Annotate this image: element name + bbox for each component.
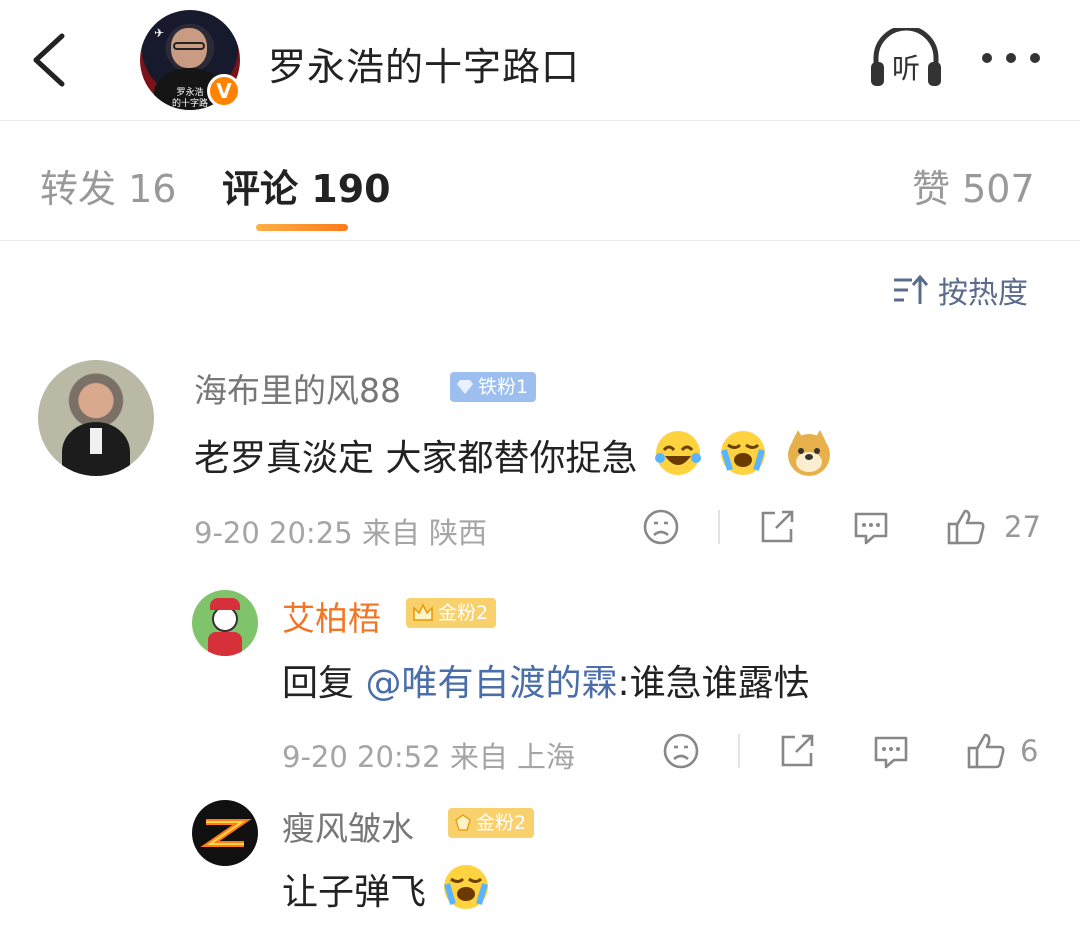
back-button[interactable]: [30, 32, 70, 88]
share-icon: [781, 734, 814, 767]
comment-meta: 9-20 20:52 来自 上海: [282, 734, 575, 776]
like-count: 27: [1004, 510, 1041, 544]
user-avatar[interactable]: [192, 590, 258, 656]
fan-badge: 金粉2: [448, 808, 535, 838]
badge-label: 铁粉1: [478, 376, 529, 398]
comment-meta: 9-20 20:25 来自 陕西: [194, 510, 487, 552]
z-logo-icon: [200, 819, 252, 847]
share-button[interactable]: [758, 508, 796, 546]
sort-icon: [894, 274, 928, 304]
action-separator: [718, 510, 720, 544]
badge-label: 金粉2: [438, 602, 489, 624]
headphones-icon: 听: [871, 25, 941, 86]
tab-label: 赞: [912, 167, 951, 211]
user-avatar[interactable]: [38, 360, 154, 476]
frown-face-icon: [643, 509, 679, 545]
tab-label: 评论: [222, 167, 299, 211]
header-divider: [0, 120, 1080, 121]
share-icon: [761, 510, 794, 543]
reply-button[interactable]: [872, 732, 910, 770]
tab-count: 16: [128, 167, 177, 211]
comment-text: 让子弹飞: [282, 862, 491, 915]
sort-button[interactable]: 按热度: [892, 268, 1028, 312]
comment-body: 老罗真淡定 大家都替你捉急: [194, 438, 638, 479]
reply-prefix: 回复: [282, 663, 366, 704]
crown-icon: [413, 603, 433, 621]
tab-underline: [256, 224, 348, 231]
tab-likes[interactable]: 赞 507: [912, 158, 1035, 213]
fan-badge: 铁粉1: [450, 372, 537, 402]
verified-badge: V: [207, 74, 241, 108]
gem-icon: [455, 814, 471, 831]
sort-label: 按热度: [938, 276, 1028, 311]
doge-emoji: [787, 430, 830, 476]
action-separator: [738, 734, 740, 768]
share-button[interactable]: [778, 732, 816, 770]
like-button[interactable]: [946, 508, 986, 546]
comment-body: 让子弹飞: [282, 872, 427, 913]
listen-button[interactable]: 听: [868, 25, 944, 90]
plane-icon: ✈: [154, 26, 165, 40]
comment-location: 来自 陕西: [361, 516, 488, 550]
tab-reposts[interactable]: 转发 16: [40, 158, 176, 213]
user-avatar[interactable]: [192, 800, 258, 866]
comment-username[interactable]: 海布里的风88: [194, 364, 401, 412]
comment-username[interactable]: 艾柏梧: [282, 592, 381, 640]
tabs-divider: [0, 240, 1080, 241]
dislike-button[interactable]: [662, 732, 700, 770]
mention-link[interactable]: @唯有自渡的霖: [365, 663, 617, 704]
laughing-crying-emoji: [654, 431, 701, 475]
like-count: 6: [1020, 734, 1039, 768]
dislike-button[interactable]: [642, 508, 680, 546]
wailing-emoji: [721, 431, 766, 475]
diamond-icon: [457, 380, 473, 394]
tab-label: 转发: [40, 167, 117, 211]
comment-username[interactable]: 瘦风皱水: [282, 802, 414, 850]
tab-count: 507: [962, 167, 1035, 211]
comment-icon: [854, 512, 888, 545]
listen-label: 听: [892, 52, 920, 85]
more-icon: [982, 53, 1040, 63]
chevron-left-icon: [33, 33, 65, 87]
tab-count: 190: [311, 167, 391, 211]
comment-text: 老罗真淡定 大家都替你捉急: [194, 428, 834, 481]
like-button[interactable]: [966, 732, 1006, 770]
comment-body: :谁急谁露怯: [617, 663, 810, 704]
frown-face-icon: [663, 733, 699, 769]
more-button[interactable]: [978, 38, 1044, 78]
fan-badge: 金粉2: [406, 598, 497, 628]
wailing-emoji: [444, 865, 489, 909]
thumbs-up-icon: [967, 733, 1005, 769]
comment-time: 9-20 20:52: [282, 740, 441, 774]
comment-time: 9-20 20:25: [194, 516, 353, 550]
badge-label: 金粉2: [476, 812, 527, 834]
thumbs-up-icon: [947, 509, 985, 545]
tab-comments[interactable]: 评论 190: [222, 158, 391, 213]
comment-text: 回复 @唯有自渡的霖:谁急谁露怯: [282, 654, 810, 706]
comment-icon: [874, 736, 908, 769]
page-title: 罗永浩的十字路口: [268, 45, 581, 89]
reply-button[interactable]: [852, 508, 890, 546]
comment-location: 来自 上海: [449, 740, 576, 774]
